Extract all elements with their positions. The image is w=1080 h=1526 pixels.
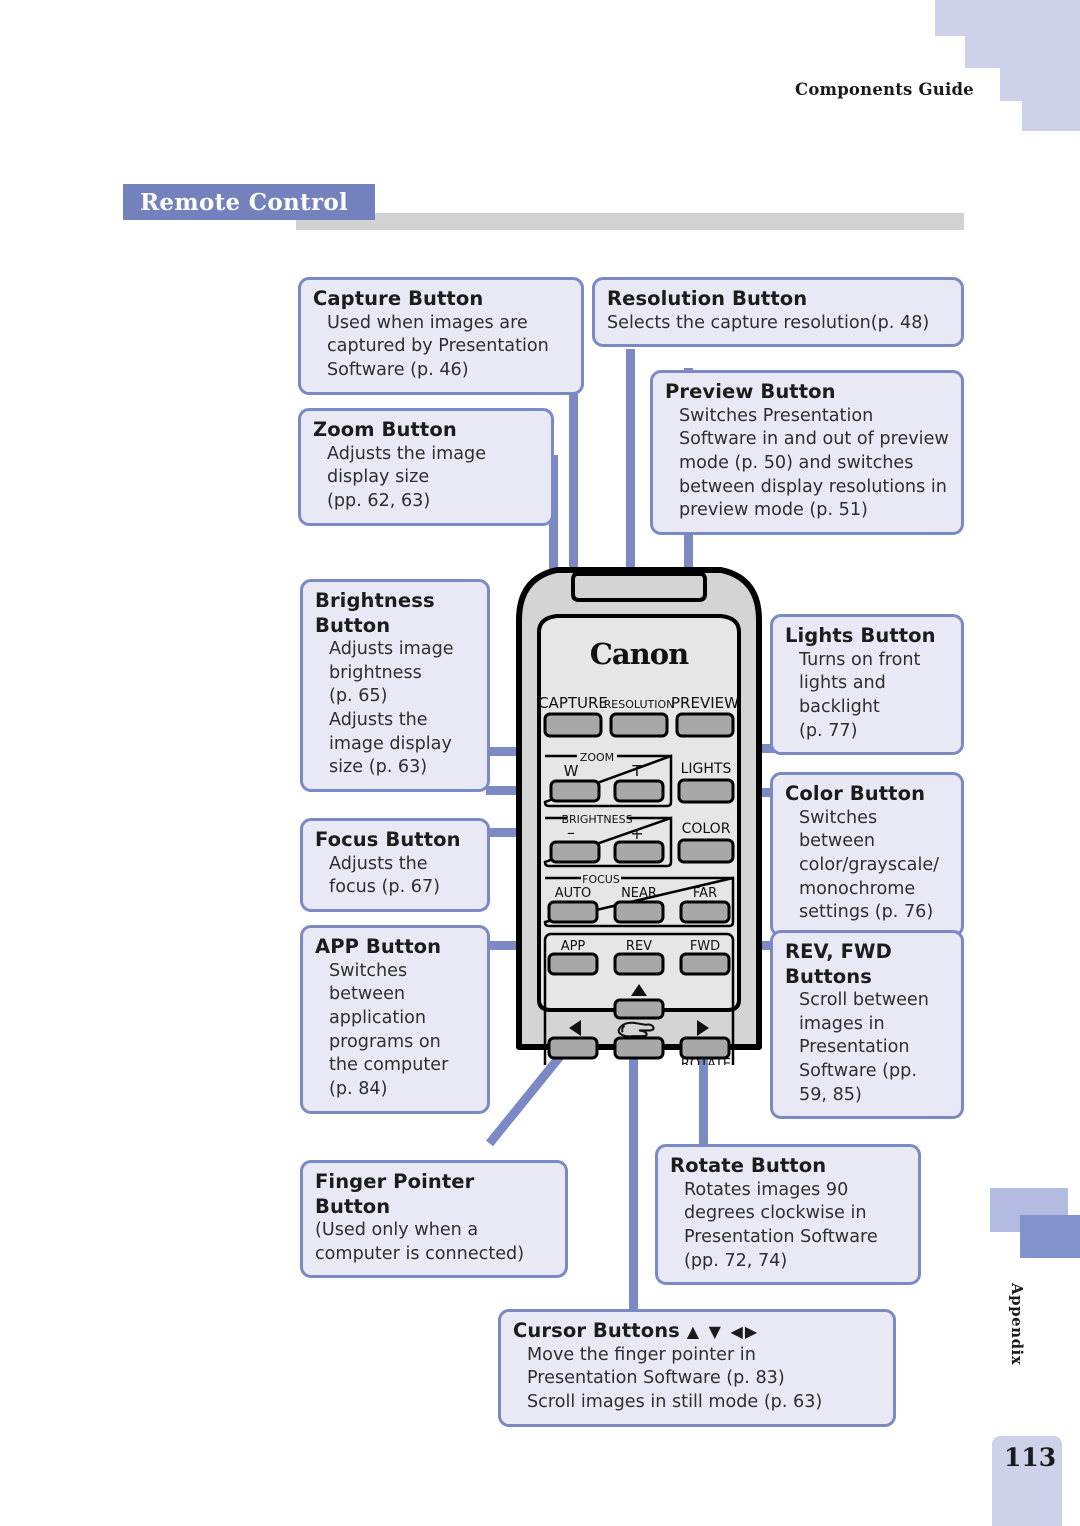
callout-body: Switches between application programs on… [329, 960, 449, 1099]
callout-rotate-button: Rotate Button Rotates images 90 degrees … [655, 1144, 921, 1286]
running-head: Components Guide [795, 80, 974, 99]
callout-title: Preview Button [665, 380, 836, 403]
callout-body: Move the finger pointer in Presentation … [527, 1344, 823, 1412]
corner-step-block-2 [965, 36, 1080, 68]
callout-body: Selects the capture resolution(p. 48) [607, 312, 930, 333]
callout-title: Color Button [785, 782, 926, 805]
callout-rev-fwd-buttons: REV, FWD Buttons Scroll between images i… [770, 930, 964, 1120]
svg-text:FAR: FAR [693, 886, 717, 901]
callout-title: APP Button [315, 935, 442, 958]
callout-body: Turns on front lights and backlight (p. … [799, 649, 921, 741]
callout-title: Focus Button [315, 828, 461, 851]
callout-resolution-button: Resolution Button Selects the capture re… [592, 277, 964, 348]
callout-title: Resolution Button [607, 287, 808, 310]
svg-text:COLOR: COLOR [682, 821, 731, 837]
callout-finger-pointer-button: Finger Pointer Button (Used only when a … [300, 1160, 568, 1279]
callout-preview-button: Preview Button Switches Presentation Sof… [650, 370, 964, 535]
svg-text:ZOOM: ZOOM [580, 751, 614, 764]
svg-text:W: W [564, 762, 579, 780]
callout-title: Brightness Button [315, 589, 435, 637]
callout-title: Capture Button [313, 287, 484, 310]
callout-body: Adjusts image brightness (p. 65) Adjusts… [329, 639, 454, 778]
callout-color-button: Color Button Switches between color/gray… [770, 772, 964, 937]
corner-step-block-1 [935, 0, 1080, 36]
svg-text:–: – [567, 823, 575, 842]
corner-step-block-3 [1000, 68, 1080, 101]
connector-resolution-stub [626, 349, 635, 377]
remote-control-illustration: Canon CAPTURE RESOLUTION PREVIEW ZOOM W … [509, 560, 769, 1100]
callout-body: Switches between color/grayscale/ monoch… [799, 807, 940, 923]
page-number: 113 [1004, 1443, 1057, 1472]
callout-body: Rotates images 90 degrees clockwise in P… [684, 1179, 878, 1271]
callout-title: Zoom Button [313, 418, 457, 441]
svg-text:LIGHTS: LIGHTS [681, 761, 732, 777]
page-title: Remote Control [140, 189, 349, 216]
svg-text:Canon: Canon [590, 637, 689, 671]
callout-title: Lights Button [785, 624, 936, 647]
cursor-arrow-glyphs: ▲ ▼ ◀▶ [686, 1322, 760, 1341]
callout-title: REV, FWD Buttons [785, 940, 892, 988]
svg-text:RESOLUTION: RESOLUTION [604, 698, 675, 711]
svg-text:+: + [630, 824, 643, 843]
callout-body: Adjusts the image display size (pp. 62, … [327, 443, 487, 511]
callout-body: Used when images are captured by Present… [327, 312, 549, 380]
svg-text:FOCUS: FOCUS [582, 873, 620, 886]
callout-title: Cursor Buttons ▲ ▼ ◀▶ [513, 1319, 883, 1344]
appendix-tab-label: Appendix [1008, 1283, 1026, 1366]
callout-cursor-buttons: Cursor Buttons ▲ ▼ ◀▶ Move the finger po… [498, 1309, 896, 1427]
appendix-tab-dark-block [1020, 1215, 1080, 1258]
svg-text:T: T [631, 762, 642, 780]
svg-text:PREVIEW: PREVIEW [671, 694, 739, 712]
callout-zoom-button: Zoom Button Adjusts the image display si… [298, 408, 554, 526]
callout-body: Scroll between images in Presentation So… [799, 990, 929, 1105]
svg-text:FWD: FWD [690, 939, 720, 954]
corner-step-block-4 [1022, 101, 1080, 131]
callout-body: Switches Presentation Software in and ou… [679, 405, 949, 521]
cursor-title-text: Cursor Buttons [513, 1319, 687, 1342]
callout-focus-button: Focus Button Adjusts the focus (p. 67) [300, 818, 490, 912]
callout-body: (Used only when a computer is connected) [315, 1220, 525, 1264]
callout-body: Adjusts the focus (p. 67) [329, 853, 441, 898]
title-underline-rule [296, 213, 964, 230]
callout-app-button: APP Button Switches between application … [300, 925, 490, 1114]
callout-title: Rotate Button [670, 1154, 827, 1177]
svg-text:NEAR: NEAR [621, 886, 657, 901]
svg-text:APP: APP [561, 939, 586, 954]
callout-capture-button: Capture Button Used when images are capt… [298, 277, 584, 395]
callout-brightness-button: Brightness Button Adjusts image brightne… [300, 579, 490, 793]
svg-text:ROTATE: ROTATE [681, 1057, 731, 1065]
callout-lights-button: Lights Button Turns on front lights and … [770, 614, 964, 756]
svg-text:REV: REV [626, 939, 652, 954]
svg-text:CAPTURE: CAPTURE [538, 694, 608, 712]
callout-title: Finger Pointer Button [315, 1170, 475, 1218]
svg-text:AUTO: AUTO [555, 886, 592, 901]
